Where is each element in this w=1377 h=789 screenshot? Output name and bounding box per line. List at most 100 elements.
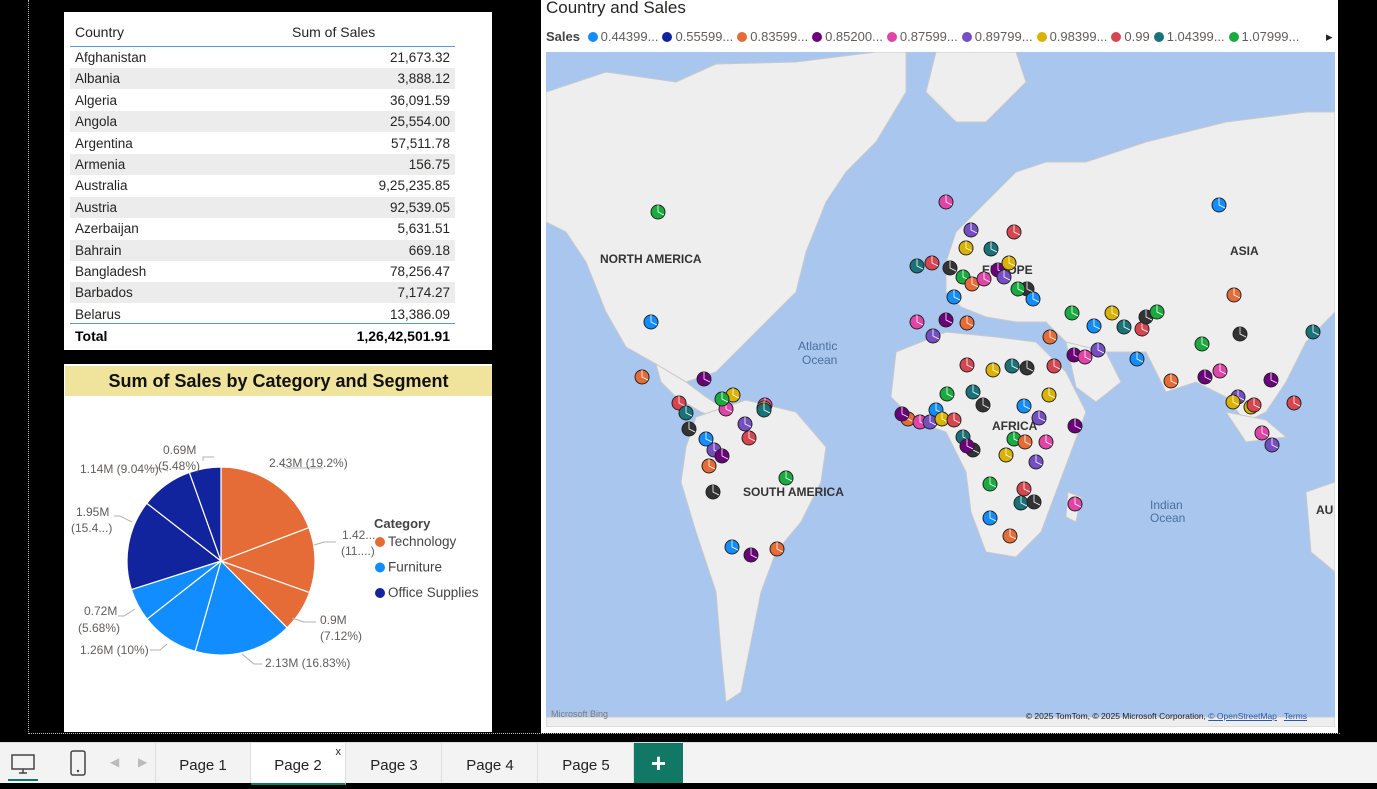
pie-svg: 2.43M (19.2%) 1.42... (11....) 0.9M (7.1… (71, 443, 479, 670)
cell-country: Australia (75, 178, 128, 194)
map-legend-item[interactable]: 0.83599... (737, 29, 808, 44)
map-title: Country and Sales (546, 0, 686, 17)
category-segment-pie-visual[interactable]: Sum of Sales by Category and Segment 2.4… (64, 364, 492, 732)
legend-dot (375, 588, 385, 598)
map-legend-item[interactable]: 0.98399... (1036, 29, 1107, 44)
legend-next-arrow[interactable]: ▸ (1326, 29, 1333, 45)
tab-page-2[interactable]: Page 2 x (251, 743, 346, 785)
greenland-land (925, 52, 1027, 123)
map-legend-item[interactable]: 0.85200... (812, 29, 883, 44)
label-indian-ocean: Ocean (1150, 511, 1185, 525)
mobile-layout-icon[interactable] (68, 749, 88, 782)
cell-sales: 3,888.12 (397, 71, 450, 87)
leader-line (241, 653, 262, 665)
tab-page-4[interactable]: Page 4 (443, 743, 538, 783)
slice-label: (7.12%) (320, 629, 362, 643)
legend-item-office-supplies[interactable]: Office Supplies (388, 585, 479, 600)
osm-link[interactable]: © OpenStreetMap (1208, 711, 1277, 721)
legend-item-technology[interactable]: Technology (388, 534, 457, 549)
legend-swatch (737, 32, 748, 42)
table-row[interactable]: Algeria 36,091.59 (70, 90, 455, 111)
slice-label: 0.69M (163, 443, 196, 457)
cell-country: Algeria (75, 92, 118, 108)
add-page-button[interactable]: + (634, 743, 683, 783)
attribution-text: © 2025 TomTom, © 2025 Microsoft Corporat… (1025, 711, 1206, 721)
header-country[interactable]: Country (75, 24, 124, 40)
prev-page-arrow[interactable]: ◀ (110, 755, 119, 769)
legend-dot (375, 537, 385, 547)
country-sales-map-visual[interactable]: Country and Sales Sales 0.44399... 0.5559… (541, 0, 1338, 733)
cell-sales: 7,174.27 (397, 285, 450, 301)
desktop-layout-icon[interactable] (10, 751, 36, 782)
terms-link[interactable]: Terms (1284, 711, 1307, 721)
table-row[interactable]: Argentina 57,511.78 (70, 133, 455, 154)
label-australia: AU (1316, 503, 1333, 517)
legend-swatch (662, 32, 673, 42)
map-legend-item[interactable]: 1.07999... (1228, 29, 1299, 44)
slice-label: (5.68%) (78, 621, 120, 635)
map-legend-item[interactable]: 0.89799... (961, 29, 1033, 44)
label-north-america: NORTH AMERICA (600, 252, 702, 266)
table-row[interactable]: Belarus 13,386.09 (70, 304, 455, 325)
table-row[interactable]: Bangladesh 78,256.47 (70, 261, 455, 282)
page-border-left (28, 0, 29, 734)
map-legend: Sales 0.44399... 0.55599... 0.83599... 0.85… (546, 29, 1336, 47)
slice-label: 1.26M (10%) (80, 643, 149, 657)
leader-line (313, 541, 336, 546)
leader-line (202, 456, 214, 461)
cell-country: Austria (75, 199, 118, 215)
cell-sales: 57,511.78 (390, 135, 450, 151)
table-row[interactable]: Armenia 156.75 (70, 154, 455, 175)
slice-label: 0.72M (84, 604, 117, 618)
tab-label: Page 2 (274, 757, 322, 774)
next-page-arrow[interactable]: ▶ (138, 755, 147, 769)
table-row[interactable]: Barbados 7,174.27 (70, 282, 455, 304)
tab-page-3[interactable]: Page 3 (347, 743, 442, 783)
table-row[interactable]: Australia 9,25,235.85 (70, 175, 455, 196)
legend-text: 0.99 (1124, 29, 1150, 44)
world-map[interactable]: NORTH AMERICA SOUTH AMERICA EUROPE AFRIC… (546, 52, 1335, 727)
map-legend-label: Sales (546, 29, 580, 44)
label-atlantic-ocean: Ocean (802, 353, 837, 367)
cell-country: Argentina (75, 135, 133, 151)
header-sum-of-sales[interactable]: Sum of Sales (292, 24, 375, 40)
tab-page-1[interactable]: Page 1 (156, 743, 251, 783)
cell-sales: 9,25,235.85 (378, 178, 450, 194)
australia-land (1305, 481, 1335, 573)
map-legend-item[interactable]: 0.87599... (886, 29, 958, 44)
table-row[interactable]: Austria 92,539.05 (70, 196, 455, 218)
table-row[interactable]: Albania 3,888.12 (70, 68, 455, 90)
legend-swatch (587, 32, 598, 42)
map-attribution: © 2025 TomTom, © 2025 Microsoft Corporat… (1026, 711, 1307, 721)
legend-text: 0.85200... (825, 29, 883, 44)
cell-sales: 36,091.59 (389, 92, 450, 108)
report-canvas: Country Sum of Sales Afghanistan 21,673.3… (0, 0, 1377, 742)
country-sales-table[interactable]: Country Sum of Sales Afghanistan 21,673.3… (64, 12, 550, 350)
legend-dot (375, 562, 385, 573)
legend-item-furniture[interactable]: Furniture (388, 560, 442, 575)
cell-country: Belarus (75, 306, 121, 322)
slice-label: (11....) (341, 544, 375, 558)
legend-swatch (886, 32, 897, 42)
map-legend-item[interactable]: 0.55599... (662, 29, 733, 44)
map-legend-item[interactable]: 1.04399... (1153, 29, 1225, 44)
table-row[interactable]: Azerbaijan 5,631.51 (70, 218, 455, 239)
cell-sales: 78,256.47 (389, 264, 450, 279)
tab-page-5[interactable]: Page 5 (539, 743, 634, 783)
north-america-land (546, 52, 907, 383)
map-legend-item[interactable]: 0.44399... (587, 29, 658, 44)
legend-swatch (1228, 32, 1239, 42)
legend-text: 1.04399... (1166, 29, 1225, 44)
legend-swatch (961, 32, 972, 42)
table-total-row: Total 1,26,42,501.91 (70, 323, 455, 348)
close-tab-icon[interactable]: x (336, 729, 342, 775)
bing-logo: Microsoft Bing (551, 709, 609, 719)
table-row[interactable]: Angola 25,554.00 (70, 111, 455, 133)
table-row[interactable]: Bahrain 669.18 (70, 239, 455, 261)
table-row[interactable]: Afghanistan 21,673.32 (70, 47, 455, 68)
map-legend-item[interactable]: 0.99 (1111, 29, 1150, 44)
legend-text: 0.83599... (750, 29, 809, 44)
slice-label: 1.42... (342, 528, 375, 542)
page-border-bottom (28, 733, 1340, 734)
page-tabs-bar: ◀ ▶ Page 1 Page 2 x Page 3 Page 4 Page 5… (0, 742, 1377, 785)
